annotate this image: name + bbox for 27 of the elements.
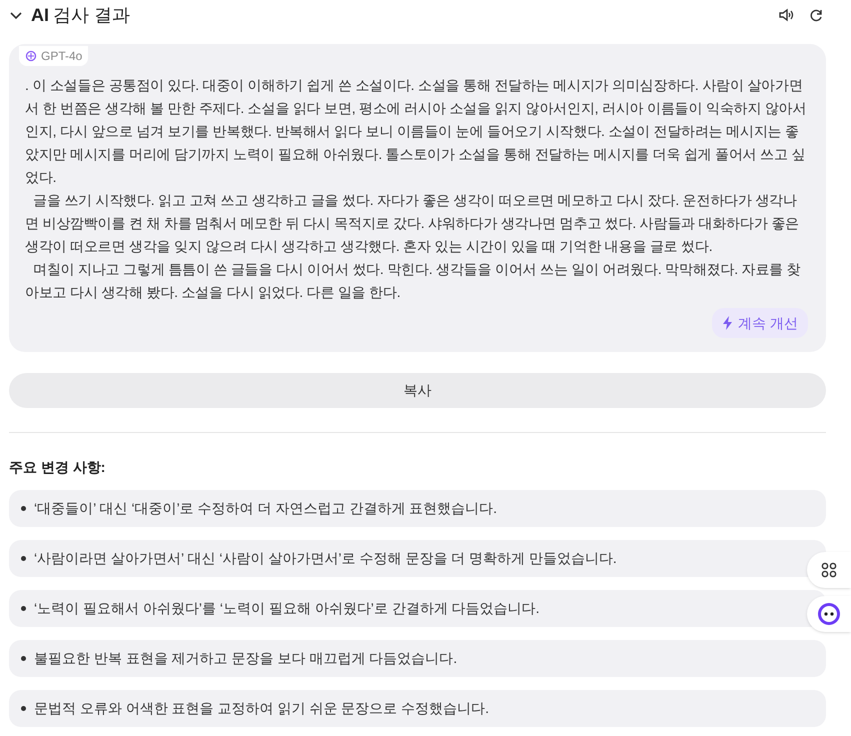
panel-title: 검사 결과 [53,4,130,26]
paragraph: . 이 소설들은 공통점이 있다. 대중이 이해하기 쉽게 쓴 소설이다. 소설을 통해 전달하는 메시지가 의미심장하다. 사람이 살아가면서 한 번쯤은 생각해 볼 만한 주제다. 소설을 읽다 보면, 평소에 러시아 소설을 읽지 않아서인지, 러시아 이름들이 익숙하지 않아서인지, 다시 앞으로 넘겨 보기를 반복했다. 반복해서 읽다 보니 이름들이 눈에 들어오기 시작했다. 소설이 전달하려는 메시지는 좋았지만 메시지를 머리에 담기까지 노력이 필요해 아쉬웠다. 톨스토이가 소설을 통해 전달하는 메시지를 더욱 쉽게 풀어서 쓰고 싶었다. [25,76,808,187]
change-text: 불필요한 반복 표현을 제거하고 문장을 보다 매끄럽게 다듬었습니다. [34,649,458,668]
speaker-icon[interactable] [779,8,794,22]
improve-button[interactable]: 계속 개선 [712,308,808,338]
refresh-icon[interactable] [810,8,823,22]
bullet-icon [21,706,26,711]
changes-heading: 주요 변경 사항: [9,458,106,477]
title-prefix: AI [31,4,49,26]
model-label: GPT-4o [41,48,82,65]
paragraph: 며칠이 지나고 그렇게 틈틈이 쓴 글들을 다시 이어서 썼다. 막힌다. 생각들을 이어서 쓰는 일이 어려웠다. 막막해졌다. 자료를 찾아보고 다시 생각해 봤다. 소설을 다시 읽었다. 다른 일을 한다. [25,260,802,302]
model-icon [25,50,37,62]
change-text: ‘대중들이’ 대신 ‘대중이’로 수정하여 더 자연스럽고 간결하게 표현했습니다. [34,499,498,518]
paragraph: 글을 쓰기 시작했다. 읽고 고쳐 쓰고 생각하고 글을 썼다. 자다가 좋은 생각이 떠오르면 메모하고 다시 잤다. 운전하다가 생각나면 비상깜빡이를 켠 채 차를 멈춰서 메모한 뒤 다시 목적지로 갔다. 샤워하다가 생각나면 멈추고 썼다. 사람들과 대화하다가 좋은 생각이 떠오르면 생각을 잊지 않으려 다시 생각하고 생각했다. 혼자 있는 시간이 있을 때 기억한 내용을 글로 썼다. [25,191,800,256]
lightning-icon [722,316,734,330]
change-text: ‘노력이 필요해서 아쉬웠다’를 ‘노력이 필요해 아쉬웠다’로 간결하게 다듬었습니다. [34,599,540,618]
grid-button[interactable] [807,552,851,588]
grid-icon [821,562,837,578]
copy-button[interactable]: 복사 [9,373,826,408]
change-text: 문법적 오류와 어색한 표현을 교정하여 읽기 쉬운 문장으로 수정했습니다. [34,699,490,718]
bullet-icon [21,556,26,561]
bullet-icon [21,606,26,611]
bullet-icon [21,506,26,511]
change-text: ‘사람이라면 살아가면서’ 대신 ‘사람이 살아가면서’로 수정해 문장을 더 명확하게 만들었습니다. [34,549,617,568]
assistant-button[interactable] [807,596,851,632]
bullet-icon [21,656,26,661]
assistant-icon [817,602,841,626]
